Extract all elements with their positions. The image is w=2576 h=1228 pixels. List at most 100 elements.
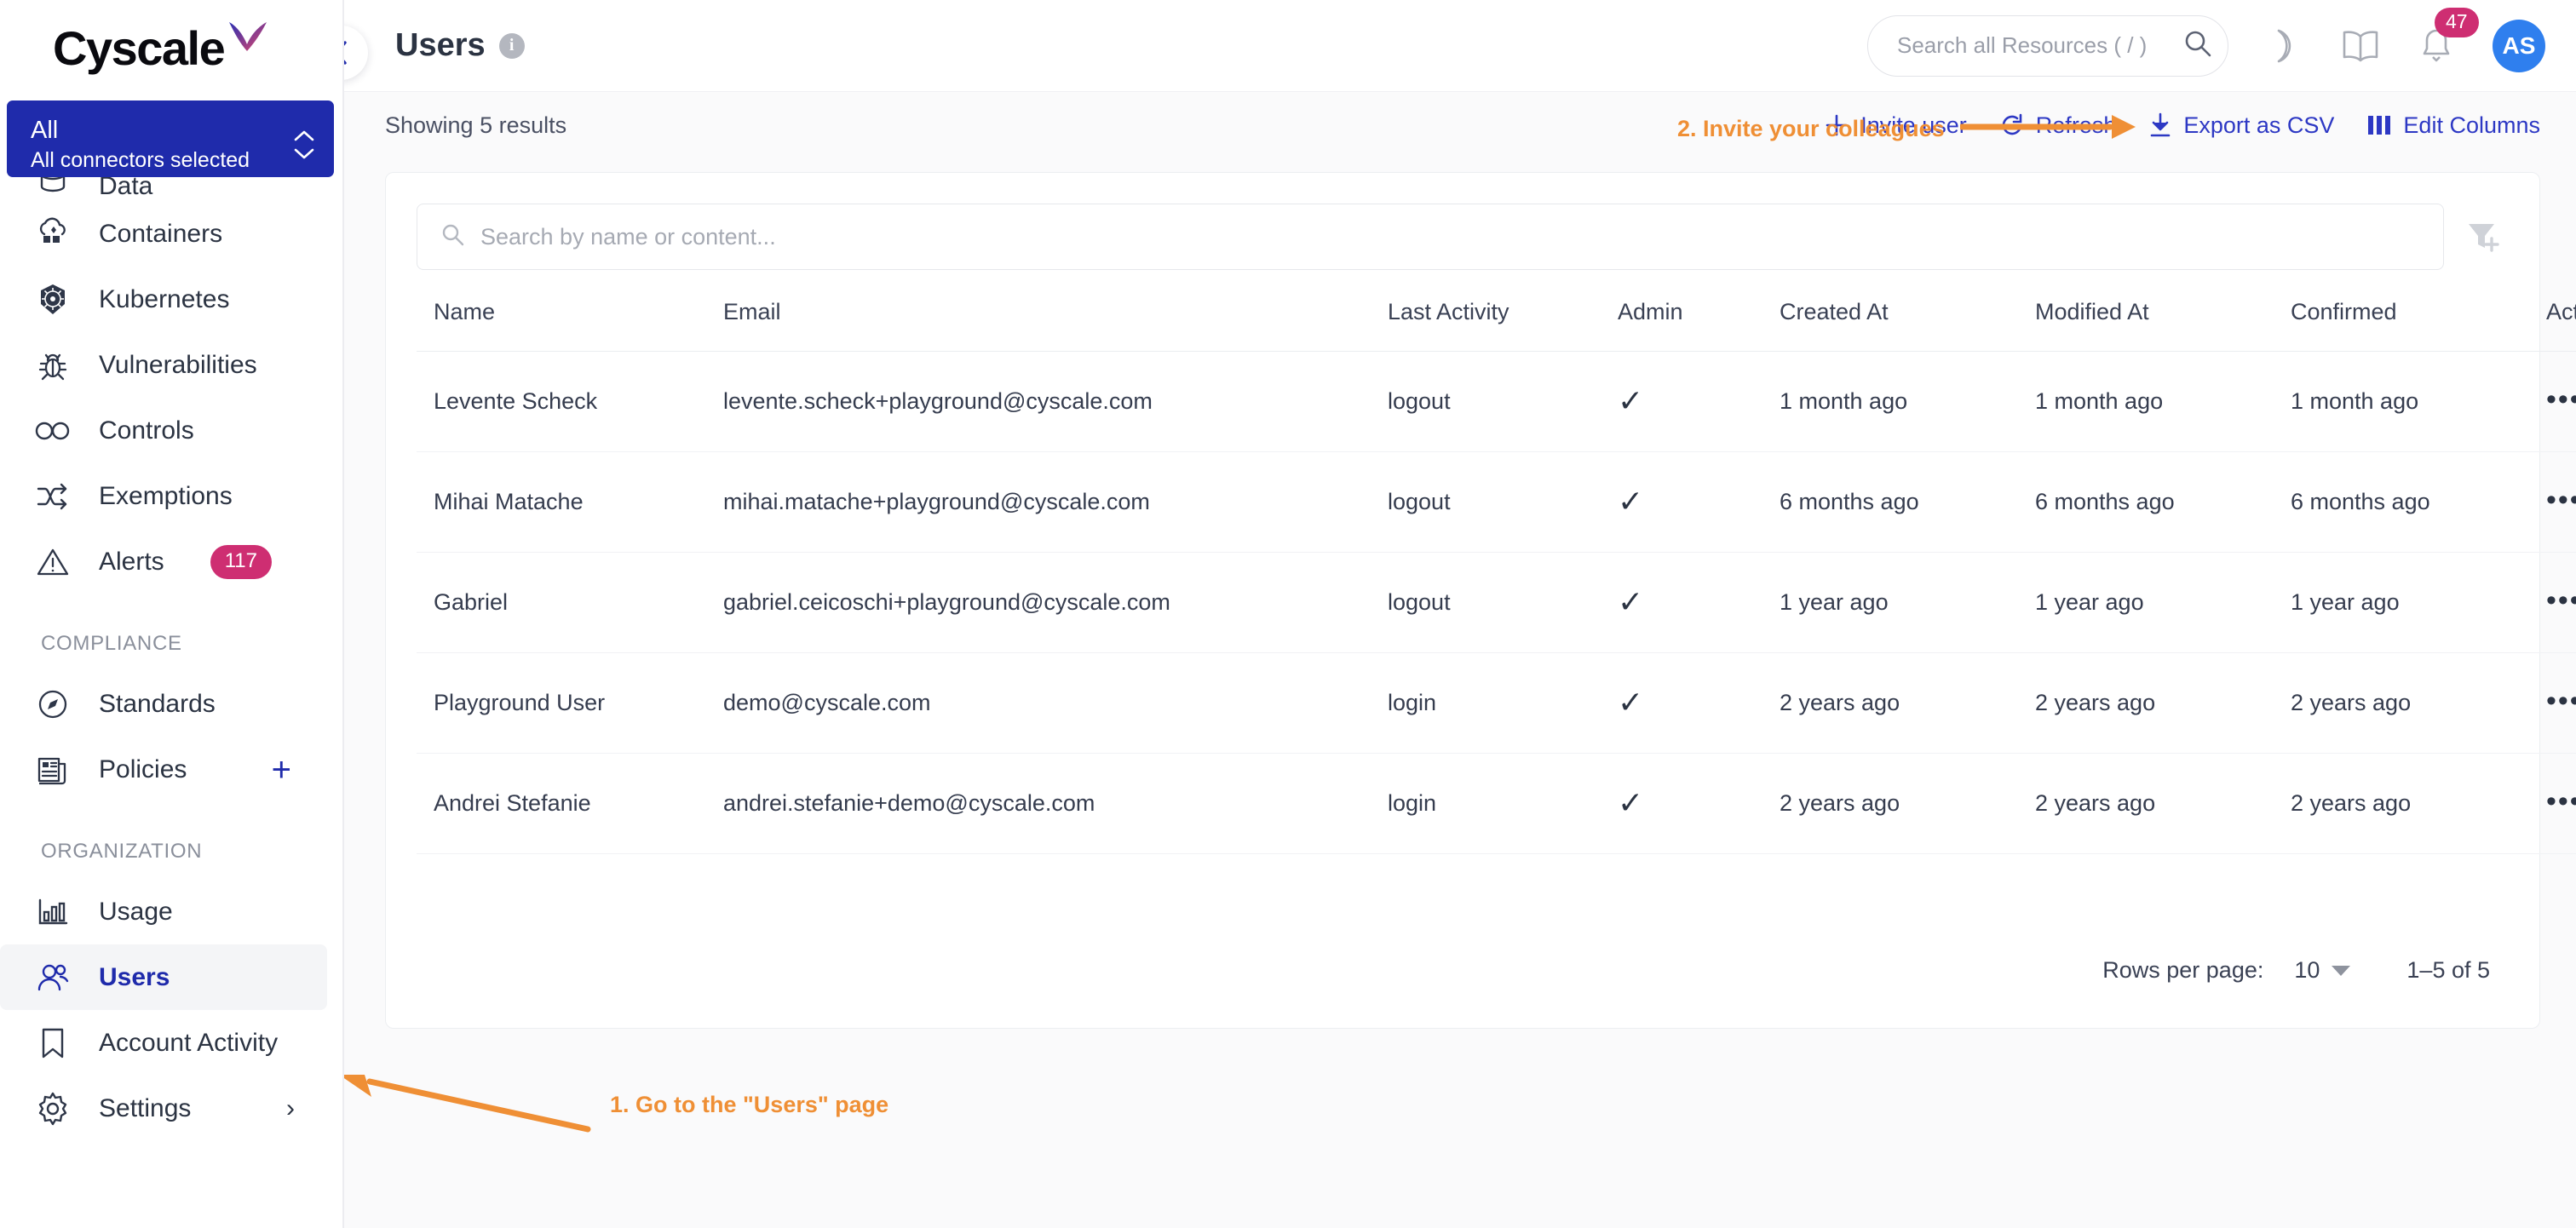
sidebar-item-controls[interactable]: Controls: [0, 398, 342, 463]
compass-icon: [34, 686, 72, 723]
table-body: Levente Scheck levente.scheck+playground…: [417, 351, 2576, 854]
table-row[interactable]: Mihai Matache mihai.matache+playground@c…: [417, 451, 2576, 553]
column-header-confirmed[interactable]: Confirmed: [2291, 299, 2546, 352]
annotation-step-1: 1. Go to the "Users" page: [344, 1066, 888, 1144]
add-filter-icon[interactable]: [2461, 220, 2509, 254]
column-header-modified-at[interactable]: Modified At: [2035, 299, 2291, 352]
annotation-step-1-text: 1. Go to the "Users" page: [610, 1092, 889, 1117]
column-header-admin[interactable]: Admin: [1618, 299, 1780, 352]
global-search[interactable]: [1867, 14, 2228, 77]
logo-text: Cyscale: [53, 20, 226, 75]
add-policy-button[interactable]: +: [272, 753, 291, 787]
section-label-compliance: COMPLIANCE: [41, 632, 182, 655]
sidebar-item-alerts[interactable]: Alerts 117: [0, 529, 342, 594]
sidebar-item-kubernetes[interactable]: Kubernetes: [0, 267, 342, 332]
check-icon: ✓: [1618, 484, 1644, 519]
search-input[interactable]: [1897, 32, 2182, 59]
rows-per-page-select[interactable]: 10: [2294, 957, 2351, 984]
rows-per-page-label: Rows per page:: [2102, 957, 2264, 983]
users-table: Name Email Last Activity Admin Created A…: [417, 299, 2576, 854]
info-icon[interactable]: i: [498, 32, 525, 59]
cell-modified-at: 2 years ago: [2035, 753, 2291, 854]
table-row[interactable]: Levente Scheck levente.scheck+playground…: [417, 351, 2576, 452]
section-label-organization: ORGANIZATION: [41, 840, 203, 863]
table-header-row: Name Email Last Activity Admin Created A…: [417, 299, 2576, 352]
results-count: Showing 5 results: [385, 112, 567, 138]
row-actions-menu-icon[interactable]: •••: [2546, 685, 2576, 717]
docs-button[interactable]: [2341, 29, 2380, 63]
app-root: Cyscale All All connectors selected Data…: [0, 0, 2576, 1228]
table-row[interactable]: Andrei Stefanie andrei.stefanie+demo@cys…: [417, 753, 2576, 854]
rows-per-page-value: 10: [2294, 957, 2320, 983]
column-header-name[interactable]: Name: [417, 299, 723, 352]
table-search[interactable]: [417, 204, 2444, 270]
cell-confirmed: 2 years ago: [2291, 753, 2546, 854]
column-header-last-activity[interactable]: Last Activity: [1388, 299, 1618, 352]
row-actions-menu-icon[interactable]: •••: [2546, 785, 2576, 818]
logo[interactable]: Cyscale: [0, 0, 342, 95]
avatar[interactable]: AS: [2493, 19, 2545, 72]
page-title-text: Users: [395, 27, 486, 63]
cell-created-at: 1 year ago: [1780, 552, 2035, 653]
row-actions-menu-icon[interactable]: •••: [2546, 383, 2576, 416]
table-toolbar: Showing 5 results 2. Invite your colleag…: [344, 92, 2576, 158]
logo-mark-icon: [227, 20, 268, 57]
column-header-created-at[interactable]: Created At: [1780, 299, 2035, 352]
cell-modified-at: 6 months ago: [2035, 451, 2291, 553]
cell-name: Andrei Stefanie: [417, 753, 723, 854]
cell-last-activity: login: [1388, 652, 1618, 754]
export-csv-button[interactable]: Export as CSV: [2148, 112, 2334, 139]
notifications-button[interactable]: 47: [2419, 7, 2479, 66]
users-table-card: Name Email Last Activity Admin Created A…: [385, 172, 2576, 1029]
cell-modified-at: 2 years ago: [2035, 652, 2291, 754]
cell-name: Levente Scheck: [417, 351, 723, 452]
alerts-badge: 117: [210, 544, 272, 579]
bar-chart-icon: [34, 893, 72, 931]
sidebar-item-exemptions[interactable]: Exemptions: [0, 463, 342, 529]
cell-name: Mihai Matache: [417, 451, 723, 553]
collapse-sidebar-button[interactable]: [344, 26, 368, 80]
check-icon: ✓: [1618, 584, 1644, 619]
sidebar-item-account-activity[interactable]: Account Activity: [0, 1010, 342, 1076]
table-row[interactable]: Playground User demo@cyscale.com login ✓…: [417, 652, 2576, 754]
sidebar-item-settings[interactable]: Settings ›: [0, 1076, 342, 1141]
kubernetes-icon: [34, 281, 72, 318]
cell-confirmed: 1 month ago: [2291, 351, 2546, 452]
chevron-updown-icon: [293, 129, 315, 160]
cell-email: gabriel.ceicoschi+playground@cyscale.com: [723, 552, 1388, 653]
table-head: Name Email Last Activity Admin Created A…: [417, 299, 2576, 352]
dark-mode-toggle[interactable]: [2268, 26, 2302, 66]
export-csv-label: Export as CSV: [2183, 112, 2335, 138]
cell-modified-at: 1 month ago: [2035, 351, 2291, 452]
sidebar-item-label: Account Activity: [99, 1028, 279, 1057]
sidebar-item-vulnerabilities[interactable]: Vulnerabilities: [0, 332, 342, 398]
book-icon: [2343, 30, 2378, 61]
annotation-arrow-right-icon: [1958, 112, 2142, 146]
sidebar-item-policies[interactable]: Policies +: [0, 737, 342, 802]
sidebar-item-usage[interactable]: Usage: [0, 879, 342, 944]
download-icon: [2148, 112, 2172, 138]
top-bar-actions: 47 AS: [1867, 7, 2576, 77]
cell-last-activity: logout: [1388, 552, 1618, 653]
column-header-email[interactable]: Email: [723, 299, 1388, 352]
sidebar-item-users[interactable]: Users: [0, 944, 327, 1010]
sidebar-item-label: Vulnerabilities: [99, 350, 257, 379]
connector-selector[interactable]: All All connectors selected: [7, 100, 334, 177]
row-actions-menu-icon[interactable]: •••: [2546, 584, 2576, 617]
edit-columns-button[interactable]: Edit Columns: [2366, 112, 2540, 139]
row-actions-menu-icon[interactable]: •••: [2546, 484, 2576, 516]
sidebar: Cyscale All All connectors selected Data…: [0, 0, 344, 1228]
search-icon[interactable]: [2182, 28, 2213, 63]
table-search-input[interactable]: [480, 223, 2419, 250]
cell-email: andrei.stefanie+demo@cyscale.com: [723, 753, 1388, 854]
sidebar-item-standards[interactable]: Standards: [0, 671, 342, 737]
check-icon: ✓: [1618, 383, 1644, 418]
connector-subtitle: All connectors selected: [31, 147, 250, 172]
cell-confirmed: 6 months ago: [2291, 451, 2546, 553]
cell-created-at: 1 month ago: [1780, 351, 2035, 452]
cell-last-activity: logout: [1388, 351, 1618, 452]
check-icon: ✓: [1618, 685, 1644, 720]
table-row[interactable]: Gabriel gabriel.ceicoschi+playground@cys…: [417, 552, 2576, 653]
sidebar-item-containers[interactable]: Containers: [0, 201, 342, 267]
sidebar-item-label: Users: [99, 962, 170, 991]
